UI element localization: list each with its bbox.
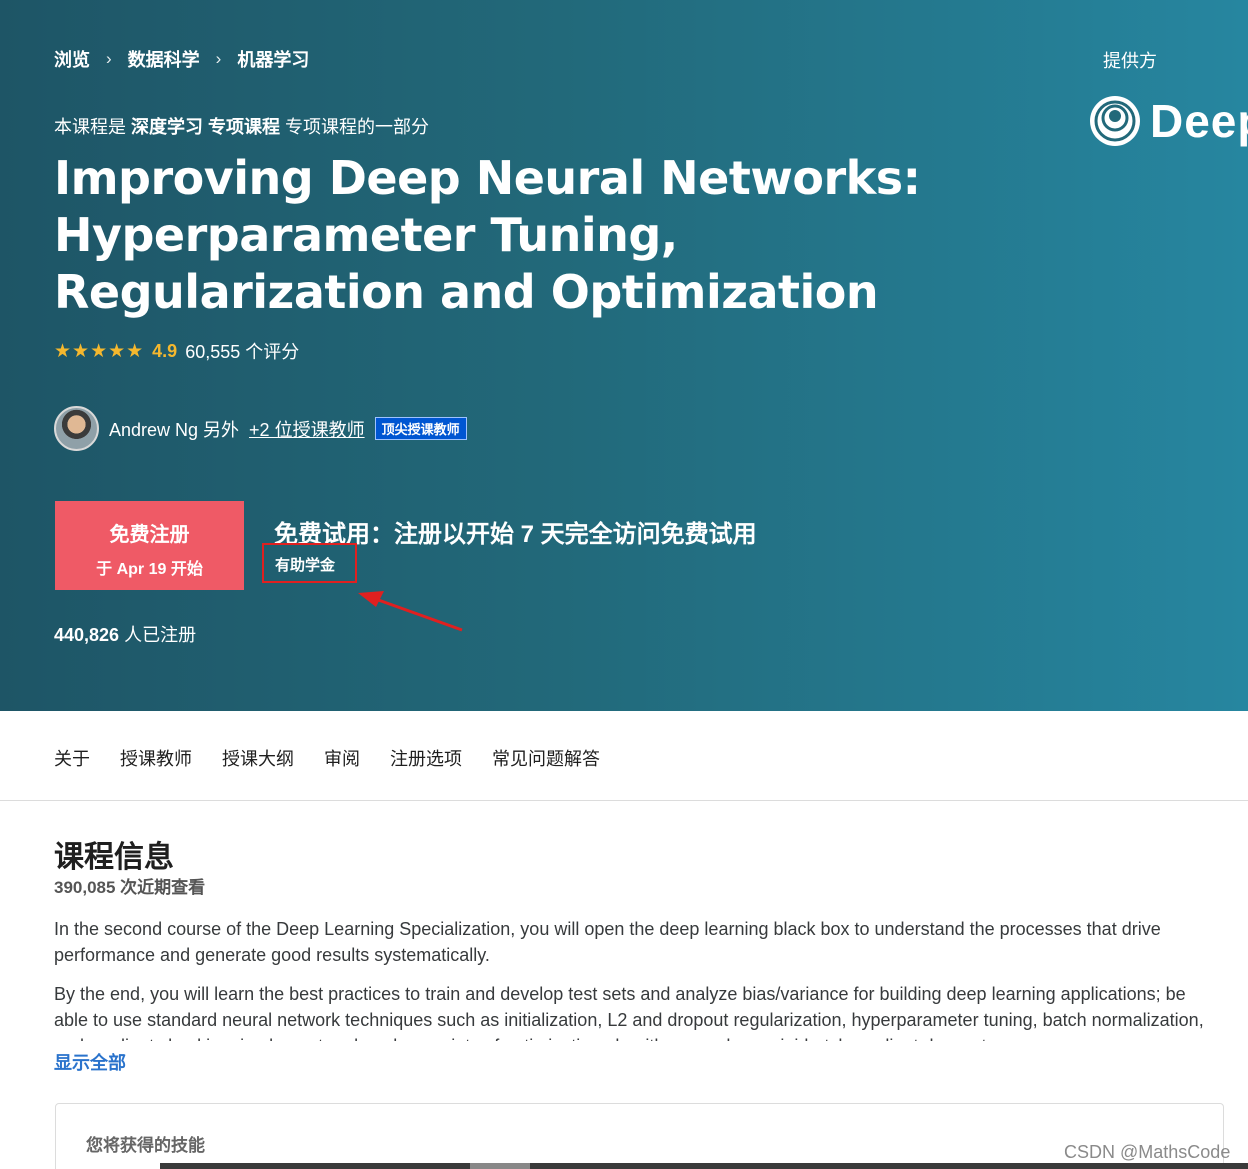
breadcrumb-item-browse[interactable]: 浏览	[54, 46, 90, 72]
course-title: Improving Deep Neural Networks: Hyperpar…	[54, 151, 921, 319]
enrolled-count: 440,826 人已注册	[54, 621, 196, 647]
instructor-name[interactable]: Andrew Ng 另外	[109, 416, 239, 442]
enroll-free-button[interactable]: 免费注册 于 Apr 19 开始	[55, 501, 244, 590]
course-rating: ★★★★★ 4.9 60,555 个评分	[54, 338, 299, 364]
enroll-button-label: 免费注册	[109, 524, 190, 546]
instructor-row: Andrew Ng 另外 +2 位授课教师 顶尖授课教师	[54, 406, 467, 451]
tab-instructors[interactable]: 授课教师	[120, 745, 192, 771]
recent-views: 390,085 次近期查看	[54, 878, 206, 897]
about-heading: 课程信息	[54, 841, 174, 874]
provider-logo[interactable]: Deep	[1088, 94, 1248, 148]
tab-faq[interactable]: 常见问题解答	[492, 745, 600, 771]
enrolled-number: 440,826	[54, 625, 120, 645]
rating-count[interactable]: 60,555 个评分	[185, 338, 299, 364]
enroll-start-date: 于 Apr 19 开始	[96, 561, 203, 578]
top-instructor-badge: 顶尖授课教师	[374, 417, 467, 440]
scrollbar-thumb[interactable]	[470, 1163, 530, 1169]
financial-aid-link[interactable]: 有助学金	[262, 543, 357, 583]
course-tabs: 关于 授课教师 授课大纲 审阅 注册选项 常见问题解答	[0, 711, 1248, 801]
chevron-right-icon: ›	[106, 49, 112, 68]
watermark: CSDN @MathsCode	[1064, 1142, 1231, 1162]
course-description-1: In the second course of the Deep Learnin…	[54, 919, 1161, 965]
breadcrumb: 浏览 › 数据科学 › 机器学习	[54, 46, 309, 72]
specialization-prefix: 本课程是	[54, 117, 126, 137]
chevron-right-icon: ›	[215, 49, 222, 68]
tab-about[interactable]: 关于	[54, 745, 90, 771]
specialization-note: 本课程是 深度学习 专项课程 专项课程的一部分	[54, 113, 429, 139]
provider-logo-text: Deep	[1150, 95, 1248, 147]
deeplearning-logo-icon	[1090, 96, 1140, 146]
breadcrumb-item-machine-learning[interactable]: 机器学习	[237, 46, 309, 72]
provider-label: 提供方	[1103, 51, 1157, 71]
skills-heading: 您将获得的技能	[86, 1136, 205, 1155]
specialization-link[interactable]: 深度学习 专项课程	[131, 117, 280, 137]
skills-card: 您将获得的技能	[55, 1103, 1224, 1169]
specialization-suffix: 专项课程的一部分	[285, 117, 430, 137]
star-rating-icon: ★★★★★	[54, 340, 145, 362]
course-description-2: By the end, you will learn the best prac…	[54, 984, 1204, 1041]
rating-value: 4.9	[152, 340, 178, 361]
show-all-button[interactable]: 显示全部	[54, 1049, 126, 1075]
avatar[interactable]	[54, 406, 99, 451]
enrolled-suffix: 人已注册	[124, 625, 197, 645]
horizontal-scrollbar[interactable]	[160, 1163, 1248, 1169]
tab-syllabus[interactable]: 授课大纲	[222, 745, 294, 771]
breadcrumb-item-data-science[interactable]: 数据科学	[128, 46, 200, 72]
tab-reviews[interactable]: 审阅	[324, 745, 360, 771]
more-instructors-link[interactable]: +2 位授课教师	[249, 416, 365, 442]
tab-enrollment-options[interactable]: 注册选项	[390, 745, 462, 771]
course-hero: 浏览 › 数据科学 › 机器学习 提供方 Deep 本课程是 深度学习 专项课程…	[0, 0, 1248, 711]
annotation-arrow-icon	[358, 591, 463, 632]
